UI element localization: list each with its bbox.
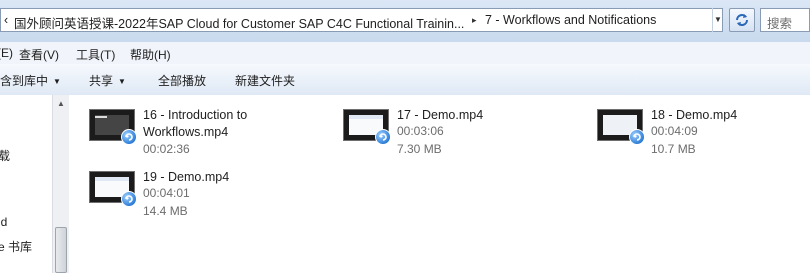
chevron-down-icon: ▼ [714, 15, 722, 24]
sync-arrow-icon [121, 129, 137, 145]
address-bar[interactable]: ‹ 国外顾问英语授课-2022年SAP Cloud for Customer S… [0, 8, 723, 32]
search-input[interactable]: 搜索 [760, 8, 810, 32]
sync-arrow-icon [121, 191, 137, 207]
address-bar-row: ‹ 国外顾问英语授课-2022年SAP Cloud for Customer S… [0, 0, 810, 42]
thumbnail-title-bar [95, 116, 107, 118]
file-size: 7.30 MB [397, 142, 442, 156]
nav-item-downloads[interactable]: 载 [0, 147, 10, 164]
file-item[interactable]: 16 - Introduction to Workflows.mp4 00:02… [69, 95, 309, 156]
sync-arrow-icon [629, 129, 645, 145]
file-size: 10.7 MB [651, 142, 696, 156]
file-size: 14.4 MB [143, 204, 188, 218]
refresh-button[interactable] [729, 8, 755, 32]
share-button[interactable]: 共享 ▼ [89, 72, 126, 89]
breadcrumb-course-folder[interactable]: 国外顾问英语授课-2022年SAP Cloud for Customer SAP… [14, 13, 464, 32]
file-duration: 00:03:06 [397, 124, 444, 138]
file-item[interactable]: 18 - Demo.mp4 00:04:09 10.7 MB [577, 95, 810, 156]
command-bar: 含到库中 ▼ 共享 ▼ 全部播放 新建文件夹 [0, 64, 810, 96]
file-name: 16 - Introduction to Workflows.mp4 [143, 108, 248, 139]
new-folder-button[interactable]: 新建文件夹 [235, 72, 295, 89]
file-name: 17 - Demo.mp4 [397, 108, 484, 122]
file-item[interactable]: 17 - Demo.mp4 00:03:06 7.30 MB [323, 95, 563, 156]
chevron-down-icon: ▼ [118, 77, 126, 86]
menu-edit[interactable]: (E) [0, 46, 13, 60]
menu-view[interactable]: 查看(V) [19, 46, 59, 63]
scroll-up-arrow-icon[interactable]: ▲ [53, 95, 69, 112]
navigation-pane: 载 id e 书库 [0, 95, 52, 273]
file-duration: 00:04:09 [651, 124, 698, 138]
play-all-button[interactable]: 全部播放 [158, 72, 206, 89]
breadcrumb-current-folder[interactable]: 7 - Workflows and Notifications [485, 13, 656, 27]
breadcrumb-separator[interactable]: ▸ [472, 15, 477, 26]
chevron-down-icon: ▼ [53, 77, 61, 86]
file-list: 16 - Introduction to Workflows.mp4 00:02… [69, 95, 810, 273]
file-item[interactable]: 19 - Demo.mp4 00:04:01 14.4 MB [69, 157, 309, 218]
refresh-icon [736, 14, 748, 26]
address-history-dropdown[interactable]: ▼ [712, 8, 723, 32]
back-arrow[interactable]: ‹ [4, 13, 8, 27]
include-in-library-button[interactable]: 含到库中 ▼ [0, 72, 61, 89]
scroll-thumb[interactable] [55, 227, 67, 273]
share-label: 共享 [89, 74, 114, 88]
file-duration: 00:04:01 [143, 186, 190, 200]
menu-tools[interactable]: 工具(T) [76, 46, 115, 63]
file-duration: 00:02:36 [143, 142, 190, 156]
menu-help[interactable]: 帮助(H) [130, 46, 171, 63]
file-name: 19 - Demo.mp4 [143, 170, 230, 184]
search-placeholder: 搜索 [767, 17, 793, 31]
file-name: 18 - Demo.mp4 [651, 108, 738, 122]
sync-arrow-icon [375, 129, 391, 145]
menu-bar: (E) 查看(V) 工具(T) 帮助(H) [0, 42, 810, 65]
nav-item-2[interactable]: id [0, 215, 7, 229]
nav-item-library[interactable]: e 书库 [0, 238, 32, 255]
include-in-library-label: 含到库中 [0, 74, 49, 88]
nav-scrollbar[interactable]: ▲ [52, 95, 69, 273]
